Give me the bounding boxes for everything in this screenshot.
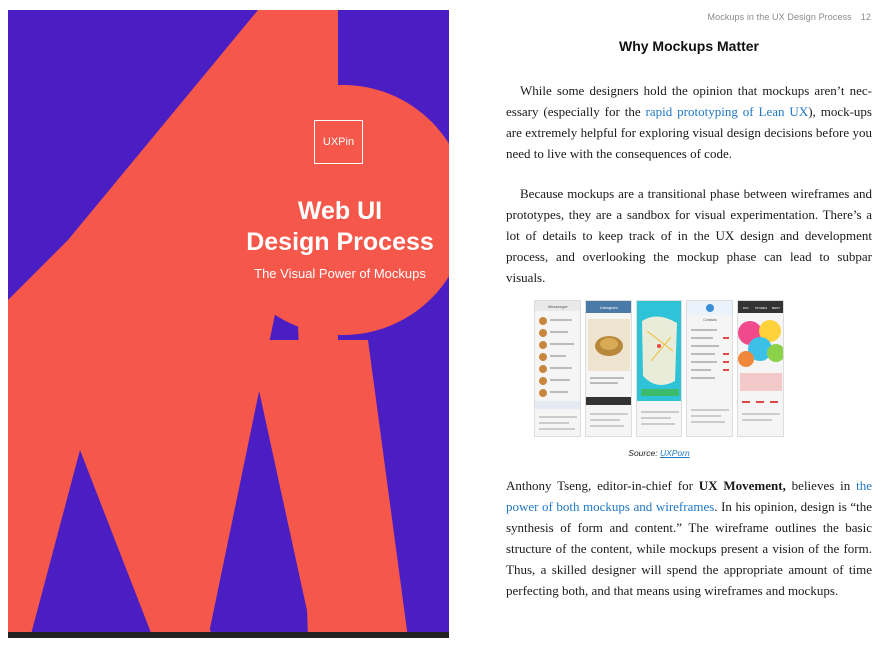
phone4-header: Contacts <box>703 318 717 322</box>
paragraph-2-text: Because mockups are a transitional phase… <box>506 186 872 285</box>
phone-screenshot-messenger: Messenger <box>534 300 581 437</box>
uxpin-logo: UXPin <box>314 120 363 164</box>
image-caption: Source: UXPorn <box>534 448 784 458</box>
phone-screenshot-instagram: Instagram <box>584 300 632 437</box>
phone-screenshot-stores: DAY STORES BEST <box>737 300 784 437</box>
running-header-title: Mockups in the UX Design Process <box>707 12 852 22</box>
cover-title-line1: Web UI <box>297 197 383 225</box>
paragraph-3-text-b: believes in <box>785 478 857 493</box>
cover-artwork <box>8 10 449 638</box>
cover-subtitle: The Visual Power of Mockups <box>254 266 426 281</box>
book-cover: UXPin Web UI Design Process The Visual P… <box>8 10 449 638</box>
mockup-screenshots: Messenger Instagram Contacts DAY STORES … <box>534 300 784 437</box>
phone5-tab-best: BEST <box>772 306 780 310</box>
caption-label: Source: <box>628 448 660 458</box>
phone2-header: Instagram <box>600 305 618 310</box>
lean-ux-link[interactable]: rapid prototyping of Lean UX <box>646 104 809 119</box>
paragraph-3-text-a: Anthony Tseng, editor-in-chief for <box>506 478 699 493</box>
uxporn-link[interactable]: UXPorn <box>660 448 690 458</box>
phone1-header: Messenger <box>548 304 568 309</box>
ux-movement-bold: UX Movement, <box>698 478 786 493</box>
phone-screenshot-map <box>635 300 683 437</box>
paragraph-2: Because mockups are a transitional phase… <box>506 183 872 288</box>
cover-title-line2: Design Process <box>246 228 434 256</box>
cover-bottom-edge <box>8 632 449 638</box>
phone5-tab-day: DAY <box>743 306 749 310</box>
section-title: Why Mockups Matter <box>618 38 759 54</box>
page-number: 12 <box>860 12 871 22</box>
cover-title: Web UI Design Process <box>240 196 440 258</box>
phone5-tab-stores: STORES <box>755 306 767 310</box>
paragraph-1: While some designers hold the opinion th… <box>506 80 872 164</box>
paragraph-3: Anthony Tseng, editor-in-chief for UX Mo… <box>506 475 872 601</box>
phone-screenshot-contacts: Contacts <box>686 300 734 437</box>
running-header: Mockups in the UX Design Process 12 <box>708 12 871 22</box>
